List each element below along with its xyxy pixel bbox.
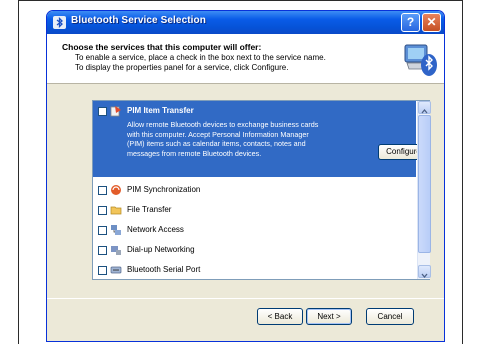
dialup-icon [111,246,121,255]
pim-synchronization-checkbox[interactable] [98,186,107,195]
list-item-network-access[interactable]: Network Access [93,221,416,241]
service-label: PIM Item Transfer [127,106,194,115]
scroll-up-arrow[interactable] [418,101,431,114]
cancel-button[interactable]: Cancel [366,308,414,325]
list-item-pim-synchronization[interactable]: PIM Synchronization [93,181,416,201]
scroll-thumb[interactable] [418,115,431,253]
service-label: PIM Synchronization [127,185,201,194]
network-access-checkbox[interactable] [98,226,107,235]
file-transfer-checkbox[interactable] [98,206,107,215]
pim-transfer-icon [110,106,121,117]
dialup-networking-checkbox[interactable] [98,246,107,255]
folder-icon [110,206,122,215]
service-label: Bluetooth Serial Port [127,265,201,274]
pim-item-transfer-checkbox[interactable] [98,107,107,116]
bluetooth-service-dialog: Bluetooth Service Selection ? ✕ Choose t… [46,10,445,342]
chevron-down-icon [421,273,428,279]
serial-port-icon [110,266,122,274]
title-bar[interactable]: Bluetooth Service Selection ? ✕ [47,11,444,34]
bluetooth-serial-port-checkbox[interactable] [98,266,107,275]
service-list[interactable]: PIM Item Transfer Allow remote Bluetooth… [92,100,431,281]
close-button[interactable]: ✕ [422,13,441,32]
footer-separator [47,298,444,299]
bluetooth-computer-icon [404,44,437,76]
header-title: Choose the services that this computer w… [62,42,262,52]
list-item-bluetooth-serial-port[interactable]: Bluetooth Serial Port [93,261,416,281]
service-label: Network Access [127,225,184,234]
service-description: Allow remote Bluetooth devices to exchan… [127,120,327,158]
service-label: File Transfer [127,205,172,214]
description-line: messages from remote Bluetooth devices. [127,148,262,158]
description-line: (PIM) items such as calendar items, cont… [127,139,306,148]
service-list-scrollbar[interactable] [417,101,431,279]
network-icon [111,225,121,235]
service-label: Dial-up Networking [127,245,195,254]
description-line: Allow remote Bluetooth devices to exchan… [127,120,319,129]
page-frame-top [18,0,463,1]
page-frame-left [18,0,19,344]
list-item-dialup-networking[interactable]: Dial-up Networking [93,241,416,261]
page-frame-right [462,0,463,344]
back-button[interactable]: < Back [257,308,303,325]
header-instruction-2: To display the properties panel for a se… [75,63,289,72]
window-title: Bluetooth Service Selection [71,15,206,26]
list-item-pim-item-transfer[interactable]: PIM Item Transfer Allow remote Bluetooth… [93,101,429,177]
description-line: with this computer. Accept Personal Info… [127,129,309,139]
pim-sync-icon [111,185,121,195]
scroll-down-arrow[interactable] [418,265,431,279]
help-button[interactable]: ? [401,13,420,32]
list-item-file-transfer[interactable]: File Transfer [93,201,416,221]
next-button[interactable]: Next > [306,308,352,325]
bluetooth-icon [53,16,66,29]
wizard-header: Choose the services that this computer w… [47,34,444,84]
header-instruction-1: To enable a service, place a check in th… [75,53,326,62]
